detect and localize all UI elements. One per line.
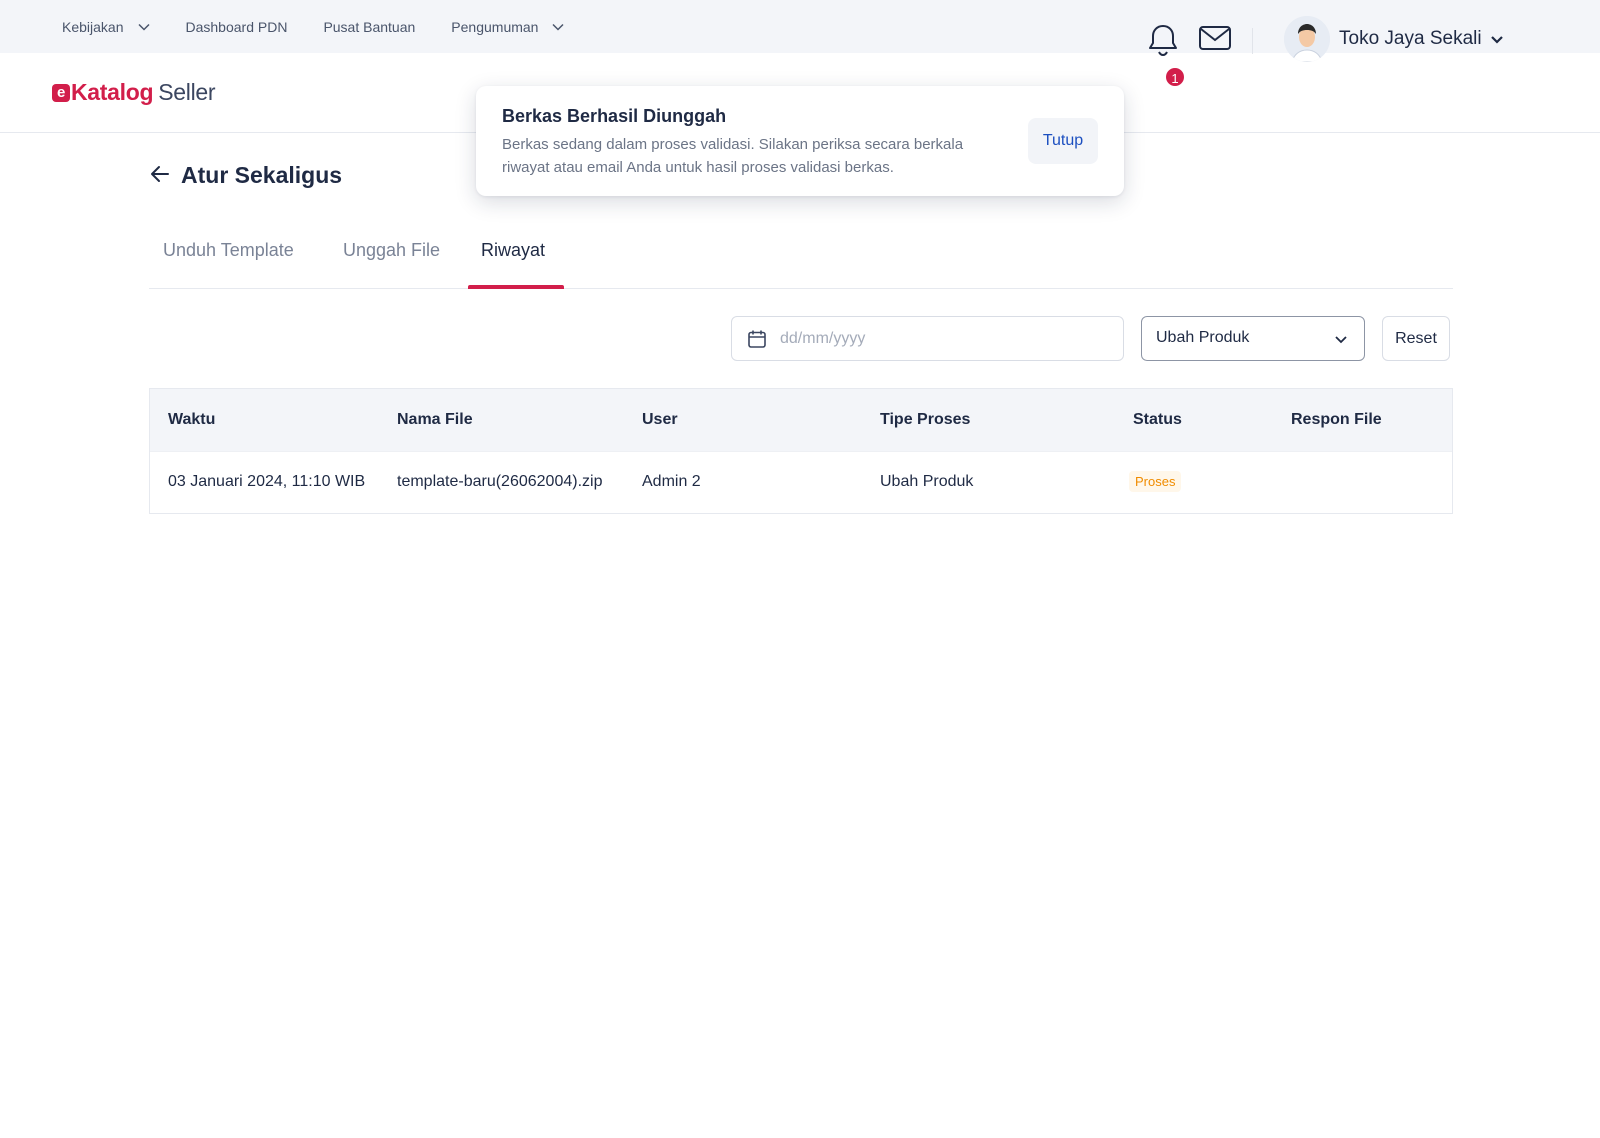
nav-pusat-bantuan[interactable]: Pusat Bantuan <box>323 19 415 35</box>
logo-suffix: Seller <box>158 79 216 105</box>
mail-icon[interactable] <box>1198 24 1234 54</box>
tab-riwayat[interactable]: Riwayat <box>481 240 545 261</box>
active-tab-indicator <box>468 285 564 289</box>
nav-dashboard-pdn[interactable]: Dashboard PDN <box>186 19 288 35</box>
column-header: Waktu <box>168 411 216 428</box>
page-title: Atur Sekaligus <box>181 162 343 188</box>
back-arrow-icon[interactable] <box>150 165 170 188</box>
toast-title: Berkas Berhasil Diunggah <box>502 106 727 126</box>
column-header: Respon File <box>1291 411 1382 428</box>
avatar[interactable] <box>1284 16 1330 62</box>
nav-label: Dashboard PDN <box>185 18 288 35</box>
cell-nama-file: template-baru(26062004).zip <box>397 473 603 490</box>
logo[interactable]: e Katalog Seller <box>52 79 216 106</box>
tab-unggah-file[interactable]: Unggah File <box>343 240 440 261</box>
upload-success-toast: Berkas Berhasil Diunggah Berkas sedang d… <box>476 86 1124 196</box>
nav-label: Pengumuman <box>451 18 539 35</box>
close-toast-button[interactable]: Tutup <box>1028 118 1098 164</box>
cell-tipe-proses: Ubah Produk <box>880 473 974 490</box>
cell-waktu: 03 Januari 2024, 11:10 WIB <box>168 473 366 490</box>
logo-e-mark-icon: e <box>52 83 70 102</box>
date-filter[interactable] <box>731 316 1124 361</box>
chevron-down-icon <box>552 23 564 31</box>
chevron-down-icon <box>1334 332 1348 350</box>
chevron-down-icon <box>137 23 150 31</box>
nav-label: Pusat Bantuan <box>323 18 416 35</box>
tab-unduh-template[interactable]: Unduh Template <box>163 240 294 261</box>
tab-bar: Unduh Template Unggah File Riwayat <box>149 228 1453 289</box>
column-header: Tipe Proses <box>880 411 971 428</box>
header-divider <box>1252 28 1253 54</box>
table-header: Waktu Nama File User Tipe Proses Status … <box>150 389 1452 451</box>
nav-kebijakan[interactable]: Kebijakan <box>62 19 150 35</box>
calendar-icon <box>747 329 767 354</box>
column-header: Status <box>1133 411 1182 428</box>
toast-message: Berkas sedang dalam proses validasi. Sil… <box>502 136 964 176</box>
notification-badge: 1 <box>1164 66 1186 88</box>
bell-icon[interactable] <box>1146 22 1182 58</box>
logo-brand: Katalog <box>71 79 154 105</box>
column-header: User <box>642 411 678 428</box>
table-row: 03 Januari 2024, 11:10 WIB template-baru… <box>150 451 1452 513</box>
chevron-down-icon[interactable] <box>1490 32 1504 50</box>
process-type-value: Ubah Produk <box>1156 329 1250 346</box>
process-type-select[interactable]: Ubah Produk <box>1141 316 1365 361</box>
cell-user: Admin 2 <box>642 473 701 490</box>
status-badge: Proses <box>1129 471 1182 492</box>
history-table: Waktu Nama File User Tipe Proses Status … <box>149 388 1453 514</box>
date-input[interactable] <box>780 327 1100 351</box>
reset-button[interactable]: Reset <box>1382 316 1450 361</box>
nav-pengumuman[interactable]: Pengumuman <box>451 19 564 35</box>
nav-label: Kebijakan <box>62 18 124 35</box>
account-name[interactable]: Toko Jaya Sekali <box>1339 28 1482 50</box>
column-header: Nama File <box>397 411 473 428</box>
